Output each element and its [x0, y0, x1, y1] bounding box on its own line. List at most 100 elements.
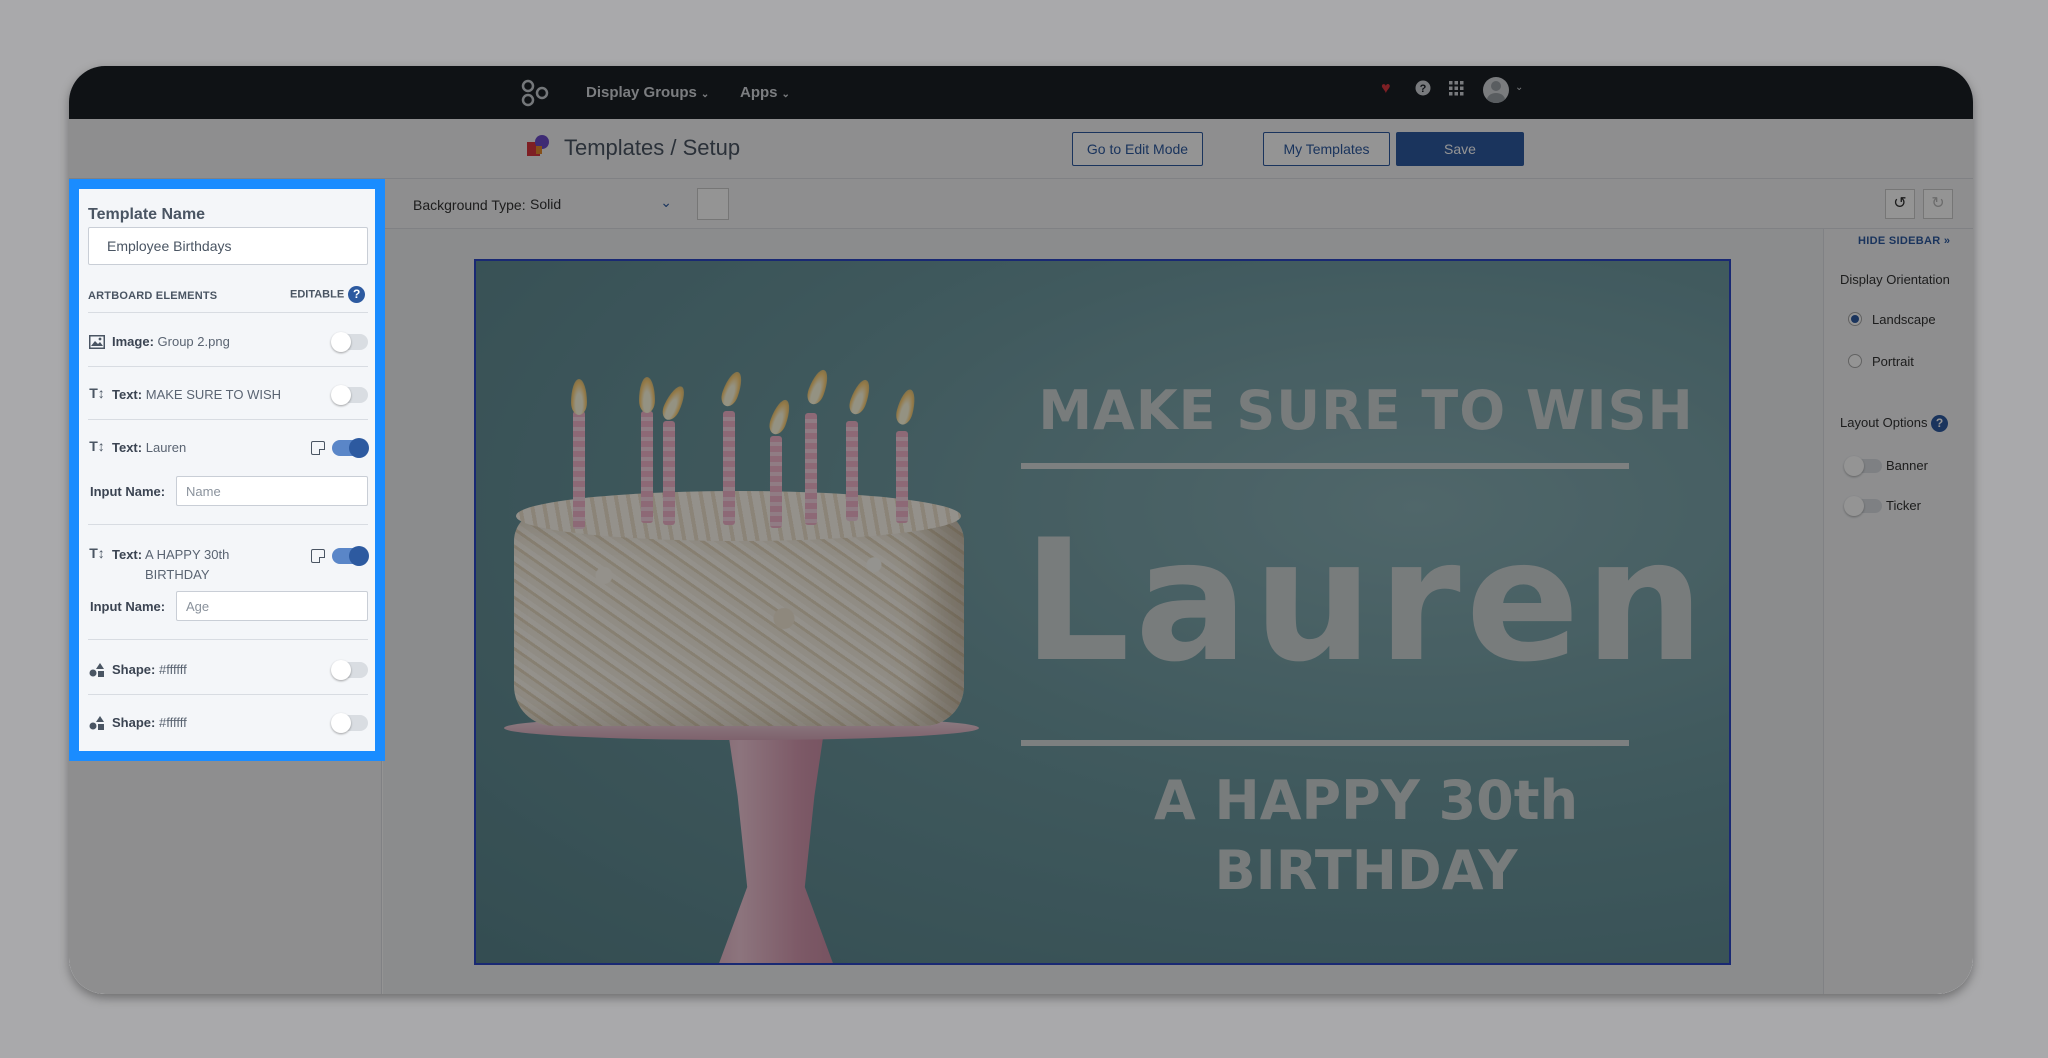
- input-name-field[interactable]: Name: [176, 476, 368, 506]
- element-row-image: Image: Group 2.png: [112, 332, 230, 352]
- save-button[interactable]: Save: [1396, 132, 1524, 166]
- landscape-radio[interactable]: [1848, 312, 1862, 326]
- heart-icon[interactable]: ♥: [1381, 80, 1391, 98]
- flame: [571, 379, 587, 415]
- editable-toggle[interactable]: [332, 546, 369, 566]
- input-name-label: Input Name:: [90, 599, 166, 614]
- element-type: Text:: [112, 547, 143, 562]
- background-color-swatch[interactable]: [697, 188, 729, 220]
- banner-toggle[interactable]: [1844, 456, 1882, 476]
- landscape-label: Landscape: [1872, 312, 1936, 327]
- flame: [893, 387, 919, 427]
- background-type-value: Solid: [530, 196, 562, 212]
- flame: [766, 397, 794, 437]
- editable-toggle[interactable]: [331, 332, 368, 352]
- artboard-shape-line-top[interactable]: [1021, 463, 1629, 469]
- background-type-label: Background Type:: [413, 197, 526, 213]
- hide-sidebar-label: HIDE SIDEBAR: [1858, 235, 1941, 247]
- element-type: Text:: [112, 440, 143, 455]
- editable-toggle[interactable]: [331, 713, 368, 733]
- text-icon: T↕: [89, 545, 105, 561]
- input-name-label: Input Name:: [90, 484, 166, 499]
- page-header: Templates / Setup Go to Edit Mode My Tem…: [69, 119, 1973, 179]
- nav-display-groups-label: Display Groups: [586, 84, 697, 101]
- portrait-label: Portrait: [1872, 354, 1914, 369]
- nav-apps[interactable]: Apps ⌄: [740, 84, 790, 101]
- cake-image[interactable]: [514, 511, 964, 726]
- go-to-edit-mode-button[interactable]: Go to Edit Mode: [1072, 132, 1203, 166]
- element-type: Text:: [112, 387, 143, 402]
- artboard-elements-panel: Template Name Employee Birthdays ARTBOAR…: [69, 179, 385, 761]
- element-value: MAKE SURE TO WISH: [145, 387, 282, 402]
- help-icon[interactable]: ?: [1415, 80, 1431, 96]
- divider: [88, 366, 368, 367]
- artboard-text-make-sure[interactable]: MAKE SURE TO WISH: [1016, 379, 1716, 442]
- element-type: Shape:: [112, 662, 156, 677]
- double-chevron-right-icon: »: [1943, 235, 1951, 247]
- flame: [846, 377, 874, 417]
- artboard-text-birthday[interactable]: BIRTHDAY: [1016, 839, 1716, 902]
- artboard-text-name[interactable]: Lauren: [1016, 503, 1716, 699]
- element-value: A HAPPY 30th: [145, 547, 230, 562]
- svg-text:?: ?: [1420, 83, 1427, 95]
- note-icon[interactable]: [311, 441, 325, 455]
- ticker-toggle[interactable]: [1844, 496, 1882, 516]
- element-value: #ffffff: [158, 662, 187, 677]
- user-avatar[interactable]: [1483, 77, 1509, 103]
- portrait-radio[interactable]: [1848, 354, 1862, 368]
- top-nav: Display Groups ⌄ Apps ⌄ ♥ ? ⌄: [69, 66, 1973, 119]
- banner-label: Banner: [1886, 458, 1928, 473]
- help-icon[interactable]: ?: [1931, 415, 1949, 432]
- apps-grid-icon[interactable]: [1449, 81, 1464, 96]
- artboard[interactable]: MAKE SURE TO WISH Lauren A HAPPY 30th BI…: [474, 259, 1731, 965]
- redo-icon[interactable]: ↻: [1923, 189, 1953, 219]
- cake-stand-image[interactable]: [708, 731, 844, 963]
- candle: [641, 411, 653, 523]
- hide-sidebar-button[interactable]: HIDE SIDEBAR »: [1858, 235, 1950, 247]
- element-value: Lauren: [145, 440, 187, 455]
- shape-icon: [89, 663, 104, 677]
- template-name-input[interactable]: Employee Birthdays: [88, 227, 368, 265]
- element-row-text-name: Text: Lauren: [112, 438, 186, 458]
- element-row-text-make-sure: Text: MAKE SURE TO WISH: [112, 385, 281, 405]
- chevron-down-icon: ⌄: [781, 89, 790, 100]
- candle: [663, 421, 675, 525]
- my-templates-button[interactable]: My Templates: [1263, 132, 1390, 166]
- artboard-elements-heading: ARTBOARD ELEMENTS: [88, 290, 218, 302]
- canvas-workspace: MAKE SURE TO WISH Lauren A HAPPY 30th BI…: [383, 229, 1823, 994]
- element-value: #ffffff: [158, 715, 187, 730]
- artboard-text-happy[interactable]: A HAPPY 30th: [1016, 769, 1716, 832]
- undo-icon[interactable]: ↺: [1885, 189, 1915, 219]
- layout-options-label: Layout Options: [1840, 415, 1928, 430]
- element-value: Group 2.png: [157, 334, 230, 349]
- candle: [846, 421, 858, 521]
- background-type-select[interactable]: Solid ⌄: [526, 192, 676, 218]
- canvas-toolbar: Background Type: Solid ⌄ ↺ ↻: [383, 179, 1973, 229]
- ticker-label: Ticker: [1886, 498, 1921, 513]
- app-logo-icon[interactable]: [521, 79, 549, 107]
- input-name-field[interactable]: Age: [176, 591, 368, 621]
- candle: [805, 413, 817, 525]
- editable-toggle[interactable]: [331, 385, 368, 405]
- shape-icon: [89, 716, 104, 730]
- editable-toggle[interactable]: [332, 438, 369, 458]
- candle: [770, 436, 782, 528]
- image-icon: [89, 335, 105, 349]
- flame: [718, 369, 746, 409]
- element-type: Image:: [112, 334, 154, 349]
- text-icon: T↕: [89, 385, 105, 401]
- chevron-down-icon: ⌄: [660, 194, 672, 210]
- editable-toggle[interactable]: [331, 660, 368, 680]
- flame: [639, 377, 655, 413]
- candle: [723, 411, 735, 525]
- candle: [896, 431, 908, 523]
- chevron-down-icon[interactable]: ⌄: [1515, 82, 1523, 93]
- display-orientation-heading: Display Orientation: [1840, 272, 1950, 287]
- note-icon[interactable]: [311, 549, 325, 563]
- editable-heading: EDITABLE?: [290, 286, 366, 303]
- nav-display-groups[interactable]: Display Groups ⌄: [586, 84, 709, 101]
- divider: [88, 312, 368, 313]
- nav-apps-label: Apps: [740, 84, 778, 101]
- help-icon[interactable]: ?: [348, 286, 366, 303]
- artboard-shape-line-bottom[interactable]: [1021, 740, 1629, 746]
